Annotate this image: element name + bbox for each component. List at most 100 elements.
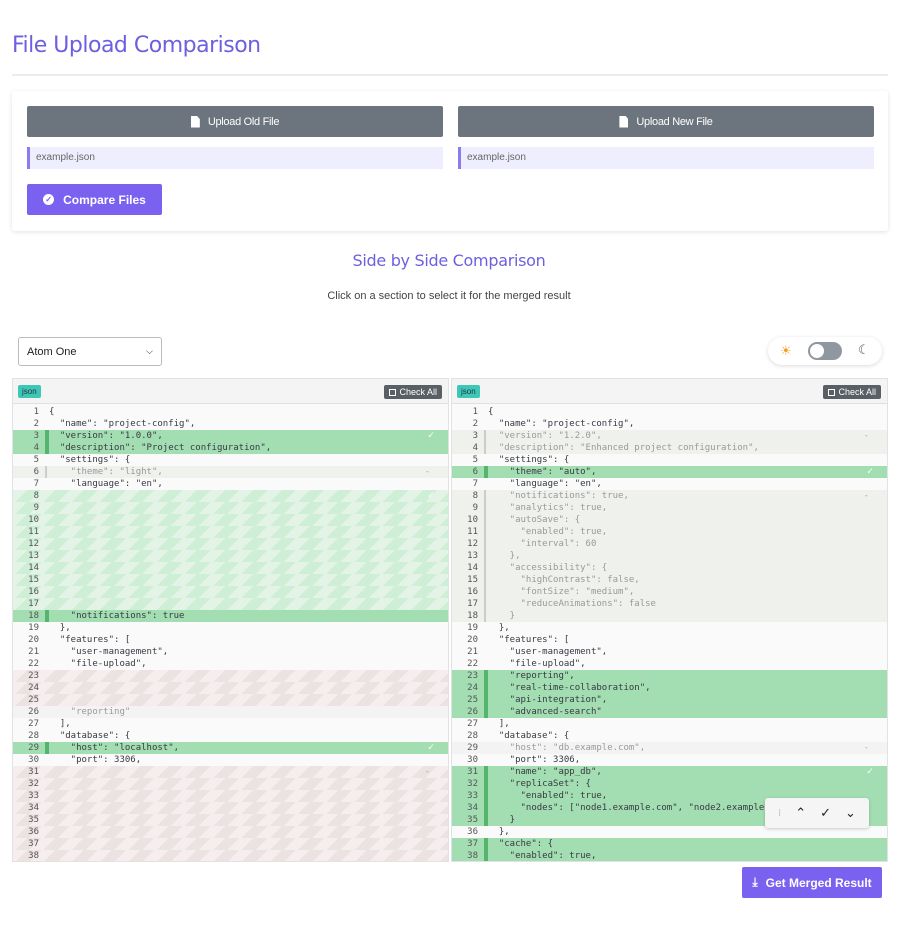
next-change-button[interactable]: ⌄ [845, 806, 856, 821]
code-line[interactable]: 30 "port": 3306, [13, 754, 448, 766]
code-line[interactable]: 34 [13, 802, 448, 814]
accept-check-icon[interactable]: ✓ [428, 430, 434, 442]
code-line[interactable]: 26 "reporting" [13, 706, 448, 718]
upload-old-file-button[interactable]: Upload Old File [27, 106, 443, 137]
code-line[interactable]: 20 "features": [ [13, 634, 448, 646]
code-line[interactable]: 6 "theme": "light", - [13, 466, 448, 478]
code-line[interactable]: 26 "advanced-search" [452, 706, 887, 718]
code-line[interactable]: 17 [13, 598, 448, 610]
code-line[interactable]: 14 [13, 562, 448, 574]
code-line[interactable]: 24 "real-time-collaboration", [452, 682, 887, 694]
code-line[interactable]: 15 [13, 574, 448, 586]
code-line[interactable]: 6 "theme": "auto", ✓ [452, 466, 887, 478]
code-line[interactable]: 24 [13, 682, 448, 694]
code-line[interactable]: 27 ], [13, 718, 448, 730]
code-line[interactable]: 19 }, [452, 622, 887, 634]
code-line[interactable]: 18 "notifications": true [13, 610, 448, 622]
code-line[interactable]: 12 [13, 538, 448, 550]
code-line[interactable]: 14 "accessibility": { [452, 562, 887, 574]
code-line[interactable]: 7 "language": "en", [452, 478, 887, 490]
line-text: "host": "localhost", [49, 743, 180, 753]
code-line[interactable]: 2 "name": "project-config", [13, 418, 448, 430]
code-line[interactable]: 25 [13, 694, 448, 706]
code-line[interactable]: 36 [13, 826, 448, 838]
code-line[interactable]: 16 "fontSize": "medium", [452, 586, 887, 598]
code-line[interactable]: 3 "version": "1.2.0", - [452, 430, 887, 442]
code-line[interactable]: 22 "file-upload", [13, 658, 448, 670]
code-line[interactable]: 3 "version": "1.0.0", ✓ [13, 430, 448, 442]
code-line[interactable]: 2 "name": "project-config", [452, 418, 887, 430]
previous-change-button[interactable]: ⌃ [795, 806, 806, 821]
code-line[interactable]: 21 "user-management", [452, 646, 887, 658]
code-line[interactable]: 4 "description": "Project configuration"… [13, 442, 448, 454]
code-line[interactable]: 23 "reporting", [452, 670, 887, 682]
reject-dash-icon[interactable]: - [864, 742, 869, 754]
dark-mode-toggle[interactable] [808, 342, 842, 360]
code-line[interactable]: 8 "notifications": true, - [452, 490, 887, 502]
code-line[interactable]: 5 "settings": { [452, 454, 887, 466]
code-line[interactable]: 11 [13, 526, 448, 538]
code-line[interactable]: 8 ✓ [13, 490, 448, 502]
line-text: }, [488, 551, 521, 561]
theme-select[interactable]: Atom One ⌵ [18, 337, 162, 366]
code-line[interactable]: 7 "language": "en", [13, 478, 448, 490]
code-line[interactable]: 29 "host": "db.example.com", - [452, 742, 887, 754]
left-editor-pane[interactable]: json Check All 1{2 "name": "project-conf… [12, 378, 449, 862]
code-line[interactable]: 13 [13, 550, 448, 562]
accept-change-button[interactable]: ✓ [820, 806, 831, 821]
code-line[interactable]: 25 "api-integration", [452, 694, 887, 706]
code-line[interactable]: 37 "cache": { [452, 838, 887, 850]
code-line[interactable]: 38 [13, 850, 448, 861]
code-line[interactable]: 1{ [452, 406, 887, 418]
drag-handle-icon[interactable]: ⁞ [778, 808, 781, 819]
code-line[interactable]: 16 [13, 586, 448, 598]
compare-files-button[interactable]: ✓ Compare Files [27, 184, 162, 215]
code-line[interactable]: 10 "autoSave": { [452, 514, 887, 526]
code-line[interactable]: 31 "name": "app_db", ✓ [452, 766, 887, 778]
code-line[interactable]: 31 - [13, 766, 448, 778]
code-line[interactable]: 37 [13, 838, 448, 850]
get-merged-result-button[interactable]: ⤓ Get Merged Result [742, 867, 882, 898]
code-line[interactable]: 10 [13, 514, 448, 526]
code-line[interactable]: 12 "interval": 60 [452, 538, 887, 550]
code-line[interactable]: 28 "database": { [13, 730, 448, 742]
code-line[interactable]: 13 }, [452, 550, 887, 562]
code-line[interactable]: 38 "enabled": true, [452, 850, 887, 861]
code-line[interactable]: 29 "host": "localhost", ✓ [13, 742, 448, 754]
reject-dash-icon[interactable]: - [864, 490, 869, 502]
left-check-all-button[interactable]: Check All [384, 385, 442, 399]
code-line[interactable]: 9 "analytics": true, [452, 502, 887, 514]
code-line[interactable]: 11 "enabled": true, [452, 526, 887, 538]
reject-dash-icon[interactable]: - [425, 466, 430, 478]
accept-check-icon[interactable]: ✓ [428, 742, 434, 754]
accept-check-icon[interactable]: ✓ [428, 490, 434, 502]
upload-card: Upload Old File Upload New File example.… [12, 91, 888, 231]
code-line[interactable]: 22 "file-upload", [452, 658, 887, 670]
code-line[interactable]: 35 [13, 814, 448, 826]
code-line[interactable]: 32 [13, 778, 448, 790]
code-line[interactable]: 20 "features": [ [452, 634, 887, 646]
code-line[interactable]: 21 "user-management", [13, 646, 448, 658]
code-line[interactable]: 15 "highContrast": false, [452, 574, 887, 586]
accept-check-icon[interactable]: ✓ [867, 466, 873, 478]
upload-new-file-button[interactable]: Upload New File [458, 106, 874, 137]
reject-dash-icon[interactable]: - [864, 430, 869, 442]
right-check-all-button[interactable]: Check All [823, 385, 881, 399]
code-line[interactable]: 4 "description": "Enhanced project confi… [452, 442, 887, 454]
code-line[interactable]: 5 "settings": { [13, 454, 448, 466]
reject-dash-icon[interactable]: - [425, 766, 430, 778]
code-line[interactable]: 32 "replicaSet": { [452, 778, 887, 790]
code-line[interactable]: 28 "database": { [452, 730, 887, 742]
code-line[interactable]: 33 [13, 790, 448, 802]
code-line[interactable]: 1{ [13, 406, 448, 418]
right-editor-pane[interactable]: json Check All 1{2 "name": "project-conf… [451, 378, 888, 862]
code-line[interactable]: 30 "port": 3306, [452, 754, 887, 766]
code-line[interactable]: 18 } [452, 610, 887, 622]
line-number: 27 [28, 719, 39, 729]
code-line[interactable]: 23 [13, 670, 448, 682]
accept-check-icon[interactable]: ✓ [867, 766, 873, 778]
code-line[interactable]: 27 ], [452, 718, 887, 730]
code-line[interactable]: 9 [13, 502, 448, 514]
code-line[interactable]: 17 "reduceAnimations": false [452, 598, 887, 610]
code-line[interactable]: 19 }, [13, 622, 448, 634]
